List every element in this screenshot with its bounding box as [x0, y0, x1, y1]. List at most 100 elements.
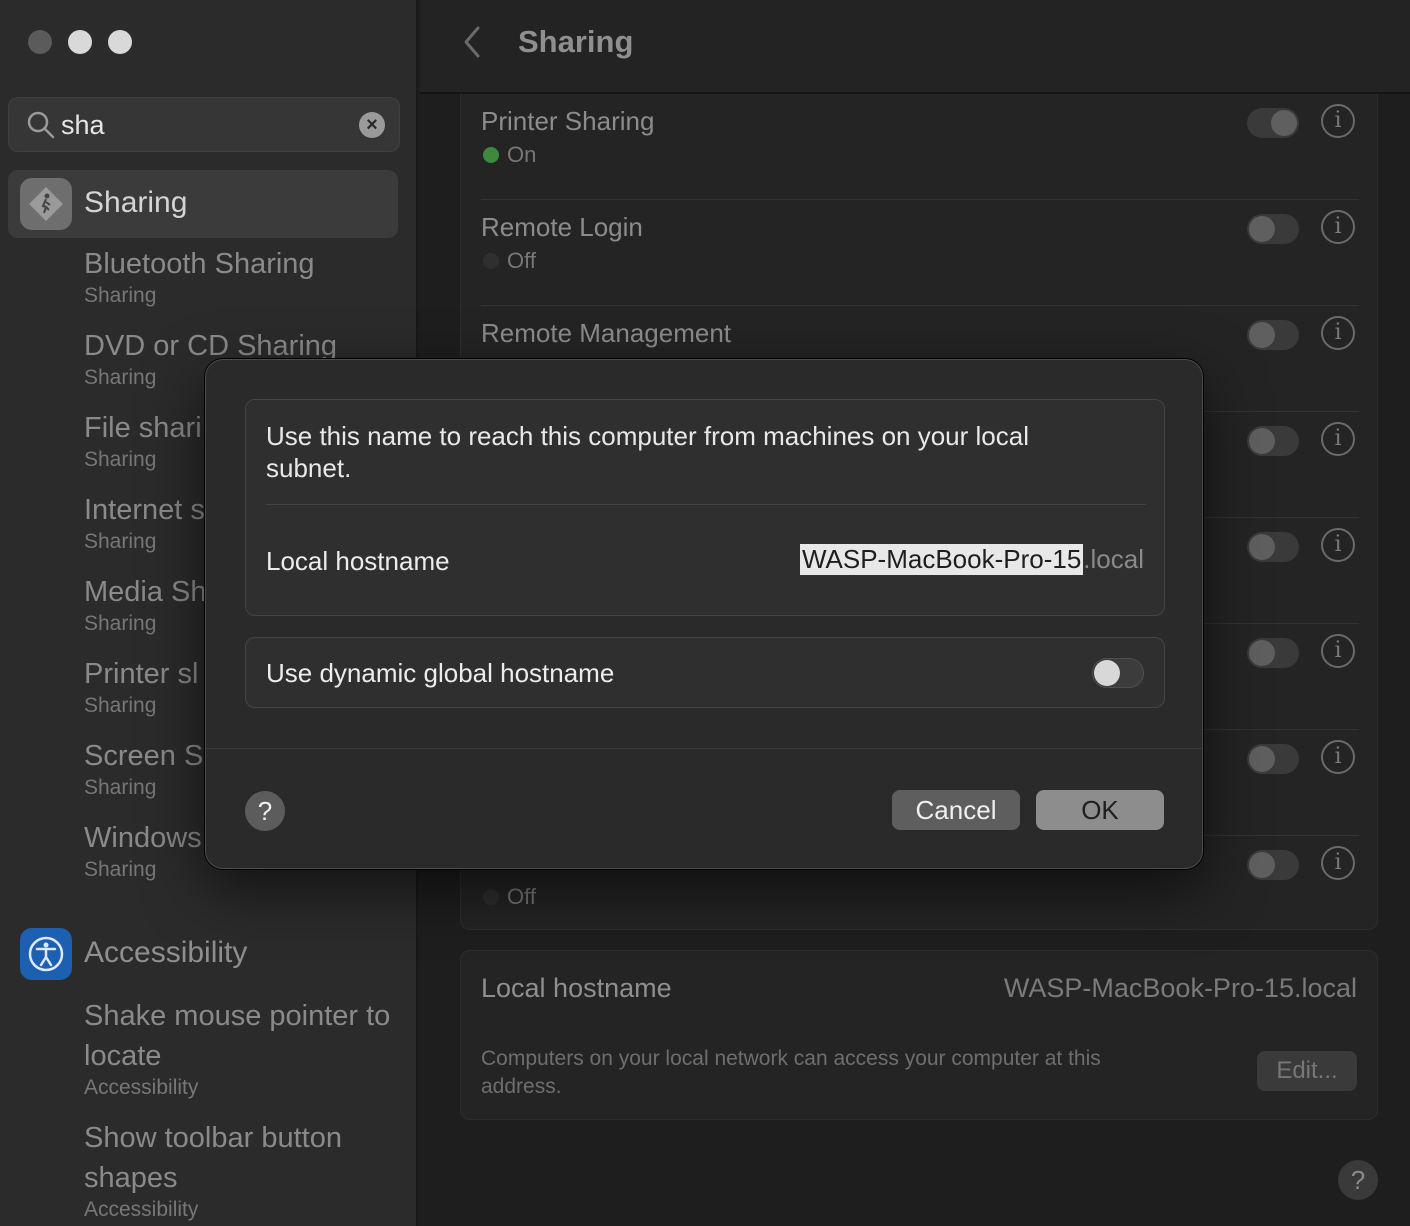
- sidebar-result[interactable]: Windows Sharing: [84, 822, 202, 882]
- sidebar-result[interactable]: Show toolbar button shapes Accessibility: [84, 1118, 404, 1222]
- dynamic-hostname-toggle[interactable]: [1092, 658, 1144, 688]
- service-status: On: [483, 142, 536, 168]
- status-text: Off: [507, 884, 536, 909]
- status-dot: [483, 253, 499, 269]
- sidebar-item-accessibility[interactable]: Accessibility: [20, 928, 400, 980]
- toggle-knob: [1271, 110, 1297, 136]
- sidebar-item-label: Accessibility: [84, 936, 248, 969]
- cancel-button[interactable]: Cancel: [892, 790, 1020, 830]
- result-title: Media Sh: [84, 576, 207, 608]
- hostname-value: WASP-MacBook-Pro-15.local: [1003, 973, 1357, 1003]
- hostname-description: Computers on your local network can acce…: [481, 1047, 1101, 1098]
- toggle-knob: [1249, 216, 1275, 242]
- result-subtitle: Sharing: [84, 284, 157, 307]
- result-subtitle: Sharing: [84, 694, 157, 717]
- service-status: Off: [483, 248, 536, 274]
- page-title: Sharing: [518, 24, 634, 59]
- result-subtitle: Accessibility: [84, 1198, 199, 1221]
- sidebar-result[interactable]: Bluetooth Sharing Sharing: [84, 248, 315, 308]
- back-chevron-icon[interactable]: [460, 24, 484, 60]
- close-button[interactable]: [28, 30, 52, 54]
- service-toggle[interactable]: [1247, 108, 1299, 138]
- dynamic-hostname-label: Use dynamic global hostname: [266, 658, 615, 688]
- result-title: Windows: [84, 822, 202, 854]
- edit-button[interactable]: Edit...: [1257, 1051, 1357, 1091]
- result-title: Printer sl: [84, 658, 199, 690]
- service-row: Remote Login Off i: [481, 200, 1359, 306]
- sidebar-result[interactable]: Media Sh Sharing: [84, 576, 207, 636]
- service-name: Remote Login: [481, 212, 643, 242]
- help-button[interactable]: ?: [245, 791, 285, 831]
- toggle-knob: [1249, 852, 1275, 878]
- info-icon[interactable]: i: [1321, 740, 1355, 774]
- result-subtitle: Accessibility: [84, 1076, 199, 1099]
- service-toggle[interactable]: [1247, 214, 1299, 244]
- service-toggle[interactable]: [1247, 850, 1299, 880]
- info-icon[interactable]: i: [1321, 210, 1355, 244]
- result-subtitle: Sharing: [84, 858, 157, 881]
- result-subtitle: Sharing: [84, 612, 157, 635]
- clear-search-icon[interactable]: ×: [359, 112, 385, 138]
- service-status: Off: [483, 884, 536, 910]
- search-field[interactable]: ×: [8, 97, 400, 152]
- help-button[interactable]: ?: [1338, 1160, 1378, 1200]
- sidebar-item-label: Sharing: [84, 186, 188, 219]
- info-icon[interactable]: i: [1321, 846, 1355, 880]
- toggle-knob: [1249, 428, 1275, 454]
- sidebar-result[interactable]: Shake mouse pointer to locate Accessibil…: [84, 996, 404, 1100]
- hostname-dialog: Use this name to reach this computer fro…: [205, 359, 1203, 869]
- service-toggle[interactable]: [1247, 320, 1299, 350]
- result-subtitle: Sharing: [84, 448, 157, 471]
- service-toggle[interactable]: [1247, 744, 1299, 774]
- divider: [266, 504, 1146, 505]
- service-name: Printer Sharing: [481, 106, 655, 136]
- ok-button[interactable]: OK: [1036, 790, 1164, 830]
- sidebar-result[interactable]: Printer sl Sharing: [84, 658, 198, 718]
- divider: [206, 748, 1202, 749]
- status-text: On: [507, 142, 537, 167]
- hostname-label: Local hostname: [481, 973, 672, 1003]
- info-icon[interactable]: i: [1321, 422, 1355, 456]
- result-title: Show toolbar button shapes: [84, 1122, 342, 1194]
- info-icon[interactable]: i: [1321, 316, 1355, 350]
- info-icon[interactable]: i: [1321, 104, 1355, 138]
- hostname-panel: Local hostname WASP-MacBook-Pro-15.local…: [460, 950, 1378, 1120]
- hostname-suffix: .local: [1083, 544, 1144, 574]
- dynamic-hostname-group: Use dynamic global hostname: [245, 637, 1165, 708]
- toggle-knob: [1249, 534, 1275, 560]
- hostname-input-text[interactable]: WASP-MacBook-Pro-15: [799, 544, 1084, 575]
- status-dot: [483, 889, 499, 905]
- status-text: Off: [507, 248, 536, 273]
- result-title: Bluetooth Sharing: [84, 248, 315, 280]
- sidebar-result[interactable]: Screen S Sharing: [84, 740, 203, 800]
- search-icon: [27, 111, 55, 139]
- hostname-field[interactable]: WASP-MacBook-Pro-15 .local: [799, 544, 1144, 575]
- sidebar-item-sharing[interactable]: Sharing: [8, 170, 398, 238]
- search-input[interactable]: [61, 108, 341, 142]
- zoom-button[interactable]: [108, 30, 132, 54]
- result-title: Shake mouse pointer to locate: [84, 1000, 391, 1072]
- toggle-knob: [1249, 746, 1275, 772]
- result-title: File shari: [84, 412, 202, 444]
- sidebar-result[interactable]: Internet s Sharing: [84, 494, 205, 554]
- status-dot: [483, 147, 499, 163]
- result-subtitle: Sharing: [84, 776, 157, 799]
- window-controls: [28, 30, 132, 54]
- result-subtitle: Sharing: [84, 530, 157, 553]
- toggle-knob: [1094, 660, 1120, 686]
- info-icon[interactable]: i: [1321, 634, 1355, 668]
- service-toggle[interactable]: [1247, 638, 1299, 668]
- service-toggle[interactable]: [1247, 532, 1299, 562]
- result-title: Internet s: [84, 494, 205, 526]
- sidebar-result[interactable]: File shari Sharing: [84, 412, 202, 472]
- minimize-button[interactable]: [68, 30, 92, 54]
- toggle-knob: [1249, 640, 1275, 666]
- hostname-label: Local hostname: [266, 546, 450, 576]
- sharing-icon: [20, 178, 72, 230]
- info-icon[interactable]: i: [1321, 528, 1355, 562]
- toggle-knob: [1249, 322, 1275, 348]
- service-toggle[interactable]: [1247, 426, 1299, 456]
- dialog-description: Use this name to reach this computer fro…: [266, 421, 1030, 483]
- service-row: Printer Sharing On i: [481, 94, 1359, 200]
- local-hostname-group: Use this name to reach this computer fro…: [245, 399, 1165, 616]
